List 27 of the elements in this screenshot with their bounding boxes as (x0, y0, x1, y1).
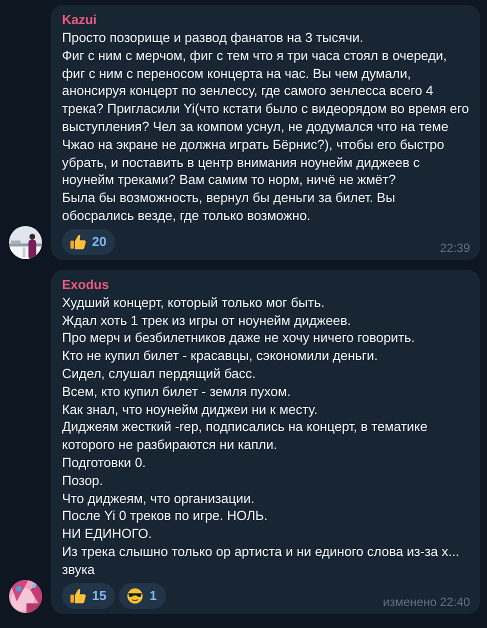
message-text: Просто позорище и развод фанатов на 3 тысячи. (62, 29, 364, 47)
message-text: Диджеям жесткий -rep, подписались на концерт, в тематике которого не разбираются ни капли. (62, 418, 428, 454)
message-text: Фиг с ним с мерчом, фиг с тем что я три часа стоял в очереди, фиг с ним с переносом концерта на час. Вы чем думали, анонсируя концерт по зенлессу, где самого зенлесса всего 4 трека? Пригласили Yi(что кстати было с видеорядом во время его выступления? Чел за компом уснул, не додумался что на теме Чжао на экране не должна играть Бёрнис?), чтобы его быстро убрать, и поставить в центр внимания ноунейм диджеев с ноунейм треками? Вам самим то норм, ничё не жмёт? (62, 46, 470, 190)
message-text: Ждал хоть 1 трек из игры от ноунейм диджеев. (62, 312, 352, 330)
message-text: Сидел, слушал пердящий басс. (62, 364, 257, 383)
message-text: Всем, кто купил билет - земля пухом. (62, 382, 292, 401)
message-text: Была бы возможность, вернул бы деньги за билет. Вы обосрались везде, где только возможно. (62, 189, 396, 225)
message-text: Худший концерт, который только мог быть. (62, 294, 326, 312)
thumbs-up-icon (69, 232, 87, 251)
author-name[interactable]: Exodus (62, 276, 109, 294)
reaction-button[interactable]: 1 (119, 582, 166, 609)
message-text: После Yi 0 треков по игре. НОЛЬ. (62, 507, 269, 526)
reaction-button[interactable]: 20 (62, 228, 116, 255)
sunglasses-face-icon (126, 586, 144, 605)
message-text: НИ ЕДИНОГО. (62, 525, 153, 543)
message-text: Кто не купил билет - красавцы, сэкономили деньги. (62, 347, 379, 365)
message-text: Как знал, что ноунейм диджеи ни к месту. (62, 400, 318, 418)
message-time: изменено 22:40 (382, 594, 470, 609)
message-text: Что диджеям, что организации. (62, 490, 256, 508)
message-text: Про мерч и безбилетников даже не хочу ничего говорить. (62, 329, 416, 348)
thumbs-up-icon (69, 586, 87, 605)
message-text: Из трека слышно только ор артиста и ни единого слова из-за х... звука (62, 542, 460, 579)
message-time: 22:39 (440, 240, 470, 255)
message-text: Подготовки 0. (62, 454, 147, 472)
author-name[interactable]: Kazui (62, 11, 97, 29)
reaction-button[interactable]: 15 (62, 582, 116, 609)
message-text: Позор. (62, 472, 104, 490)
